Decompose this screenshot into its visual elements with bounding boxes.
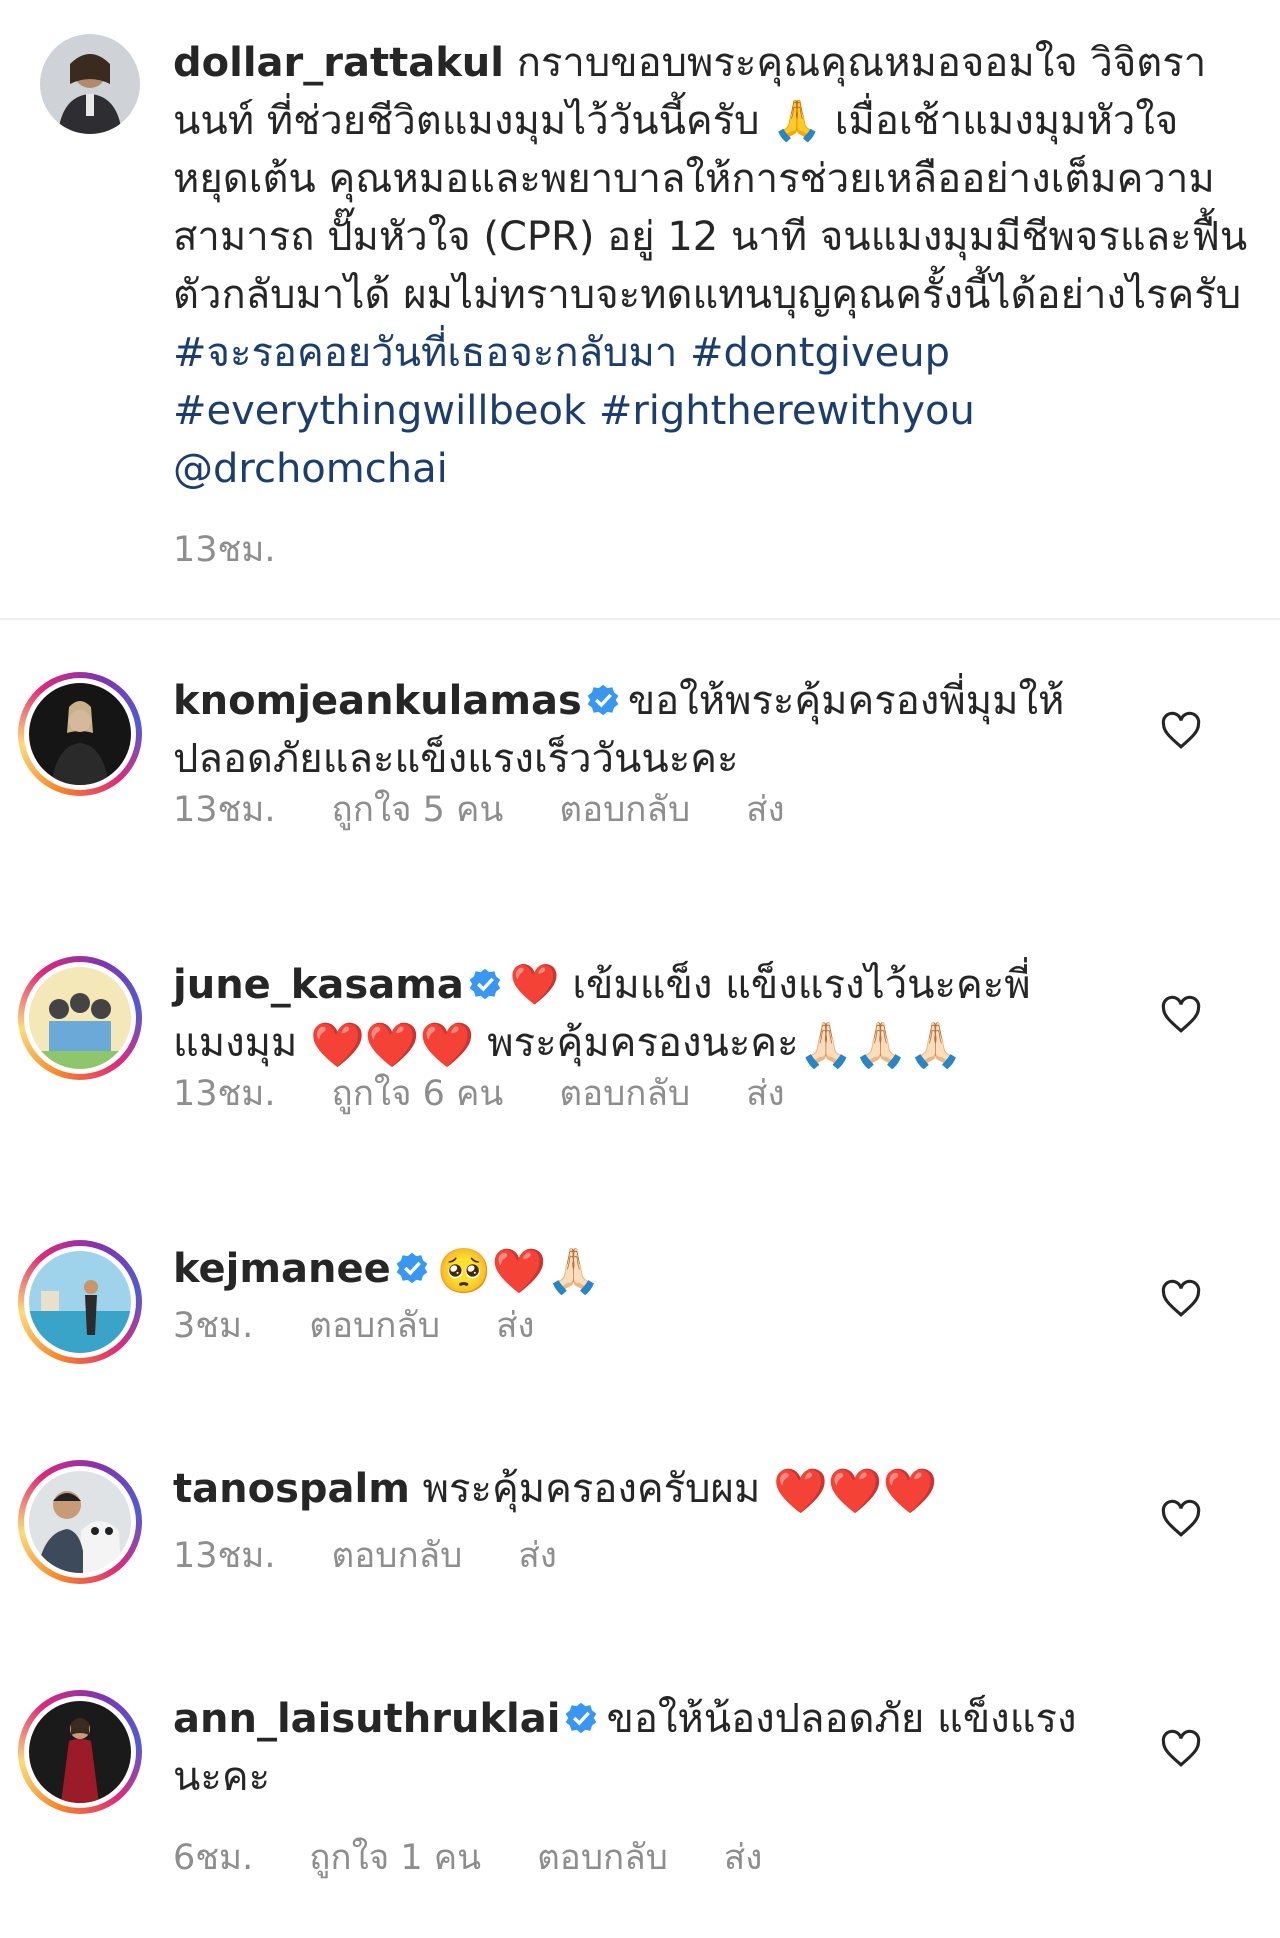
caption-hashtags[interactable]: #จะรอคอยวันที่เธอจะกลับมา #dontgiveup #e… [173, 330, 975, 492]
heart-icon[interactable] [1160, 994, 1202, 1036]
story-ring[interactable] [18, 956, 142, 1080]
send-button[interactable]: ส่ง [724, 1838, 762, 1878]
likes-count[interactable]: ถูกใจ 5 คน [332, 790, 504, 830]
comment-meta: 3ชม. ตอบกลับ ส่ง [173, 1298, 591, 1353]
verified-badge-icon [396, 1252, 428, 1284]
heart-icon[interactable] [1160, 1498, 1202, 1540]
divider [0, 618, 1280, 620]
avatar [29, 683, 131, 785]
heart-emoji: ❤️❤️❤️ [310, 1020, 475, 1071]
comment-meta: 13ชม. ถูกใจ 6 คน ตอบกลับ ส่ง [173, 1066, 841, 1121]
comment-timestamp: 13ชม. [173, 1074, 276, 1114]
comment-timestamp: 13ชม. [173, 790, 276, 830]
send-button[interactable]: ส่ง [496, 1306, 534, 1346]
avatar [29, 1251, 131, 1353]
comment-body-2: พระคุ้มครองนะคะ [487, 1020, 799, 1066]
caption-username[interactable]: dollar_rattakul [173, 40, 504, 86]
story-ring[interactable] [18, 672, 142, 796]
reply-button[interactable]: ตอบกลับ [309, 1306, 440, 1346]
comment-username[interactable]: ann_laisuthruklai [173, 1696, 560, 1742]
send-button[interactable]: ส่ง [746, 1074, 784, 1114]
reply-button[interactable]: ตอบกลับ [559, 1074, 690, 1114]
heart-icon[interactable] [1160, 710, 1202, 752]
comment-body: พระคุ้มครองครับผม [422, 1466, 761, 1512]
comment-meta: 13ชม. ถูกใจ 5 คน ตอบกลับ ส่ง [173, 782, 841, 837]
avatar [29, 967, 131, 1069]
comment-username[interactable]: tanospalm [173, 1466, 410, 1512]
comment-meta: 6ชม. ถูกใจ 1 คน ตอบกลับ ส่ง [173, 1830, 818, 1885]
post-caption: dollar_rattakul กราบขอบพระคุณคุณหมอจอมใจ… [0, 0, 1280, 618]
comment-timestamp: 3ชม. [173, 1306, 254, 1346]
comment-body: 🥺❤️🙏🏻 [436, 1246, 602, 1297]
comment-text: tanospalm พระคุ้มครองครับผม ❤️❤️❤️ [173, 1460, 1093, 1521]
caption-timestamp: 13ชม. [173, 530, 276, 570]
avatar [29, 1471, 131, 1573]
comment-timestamp: 13ชม. [173, 1536, 276, 1576]
story-ring[interactable] [18, 1690, 142, 1814]
heart-emoji: ❤️❤️❤️ [773, 1466, 938, 1517]
likes-count[interactable]: ถูกใจ 6 คน [332, 1074, 504, 1114]
comment-username[interactable]: june_kasama [173, 962, 464, 1008]
send-button[interactable]: ส่ง [518, 1536, 556, 1576]
pray-emoji: 🙏🏻🙏🏻🙏🏻 [798, 1020, 963, 1071]
comment-meta: 13ชม. ตอบกลับ ส่ง [173, 1528, 613, 1583]
comment-text: june_kasama ❤️ เข้มแข็ง แข็งแรงไว้นะคะพี่… [173, 956, 1093, 1075]
heart-icon[interactable] [1160, 1728, 1202, 1770]
avatar[interactable] [40, 34, 140, 134]
avatar [29, 1701, 131, 1803]
send-button[interactable]: ส่ง [746, 790, 784, 830]
comment-text: ann_laisuthruklai ขอให้น้องปลอดภัย แข็งแร… [173, 1690, 1093, 1806]
likes-count[interactable]: ถูกใจ 1 คน [309, 1838, 481, 1878]
story-ring[interactable] [18, 1460, 142, 1584]
story-ring[interactable] [18, 1240, 142, 1364]
reply-button[interactable]: ตอบกลับ [332, 1536, 463, 1576]
verified-badge-icon [469, 968, 501, 1000]
verified-badge-icon [566, 1702, 597, 1734]
comment-username[interactable]: knomjeankulamas [173, 678, 582, 724]
reply-button[interactable]: ตอบกลับ [537, 1838, 668, 1878]
heart-icon[interactable] [1160, 1278, 1202, 1320]
verified-badge-icon [587, 684, 619, 716]
caption-text: dollar_rattakul กราบขอบพระคุณคุณหมอจอมใจ… [173, 34, 1248, 498]
comment-text: knomjeankulamas ขอให้พระคุ้มครองพี่มุมให้… [173, 672, 1093, 788]
comment-timestamp: 6ชม. [173, 1838, 254, 1878]
comment-username[interactable]: kejmanee [173, 1246, 391, 1292]
avatar-image [40, 34, 140, 134]
reply-button[interactable]: ตอบกลับ [559, 790, 690, 830]
comment-text: kejmanee 🥺❤️🙏🏻 [173, 1240, 1093, 1301]
